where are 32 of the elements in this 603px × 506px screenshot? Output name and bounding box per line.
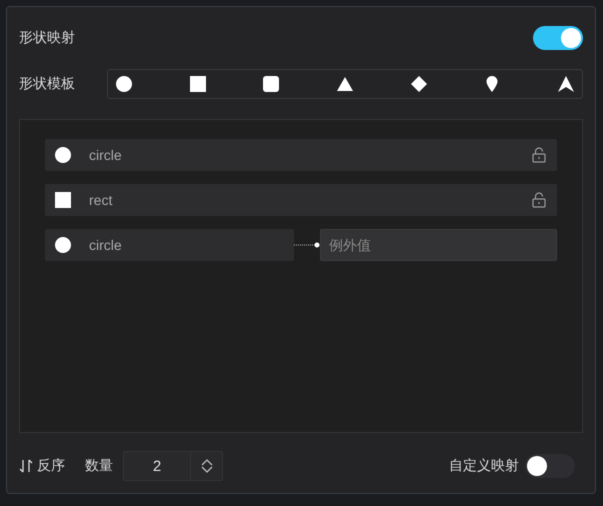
- shape-name: circle: [89, 237, 123, 253]
- square-icon[interactable]: [190, 76, 206, 92]
- number-stepper[interactable]: 2: [123, 451, 223, 481]
- arrow-icon[interactable]: [558, 76, 574, 92]
- section-label: 形状模板: [19, 75, 75, 93]
- circle-icon: [55, 237, 71, 253]
- diamond-icon[interactable]: [410, 76, 427, 92]
- rounded-square-icon[interactable]: [263, 76, 280, 92]
- sort-arrows-icon: [19, 459, 33, 473]
- chevron-up-icon[interactable]: [200, 458, 212, 466]
- circle-icon[interactable]: [116, 76, 132, 92]
- count-input[interactable]: 2: [124, 452, 190, 480]
- section-label: 形状映射: [19, 29, 75, 47]
- pin-icon[interactable]: [484, 76, 500, 92]
- shape-field[interactable]: circle: [45, 139, 557, 171]
- custom-mapping-label: 自定义映射: [449, 457, 519, 475]
- triangle-icon[interactable]: [336, 76, 353, 92]
- shape-field[interactable]: rect: [45, 184, 557, 216]
- lock-icon[interactable]: [531, 192, 547, 208]
- reverse-button[interactable]: 反序: [19, 457, 65, 475]
- shape-field[interactable]: circle: [45, 229, 294, 261]
- toggle-switch[interactable]: [533, 26, 583, 50]
- square-icon: [55, 192, 71, 208]
- input-field[interactable]: 例外值: [320, 229, 557, 261]
- toggle-switch[interactable]: [525, 454, 575, 478]
- chevron-down-icon[interactable]: [200, 466, 212, 474]
- lock-icon[interactable]: [531, 147, 547, 163]
- circle-icon: [55, 147, 71, 163]
- count-label: 数量: [85, 457, 113, 475]
- shape-name: rect: [89, 192, 114, 208]
- shape-name: circle: [89, 147, 123, 163]
- connector-line: [294, 242, 320, 248]
